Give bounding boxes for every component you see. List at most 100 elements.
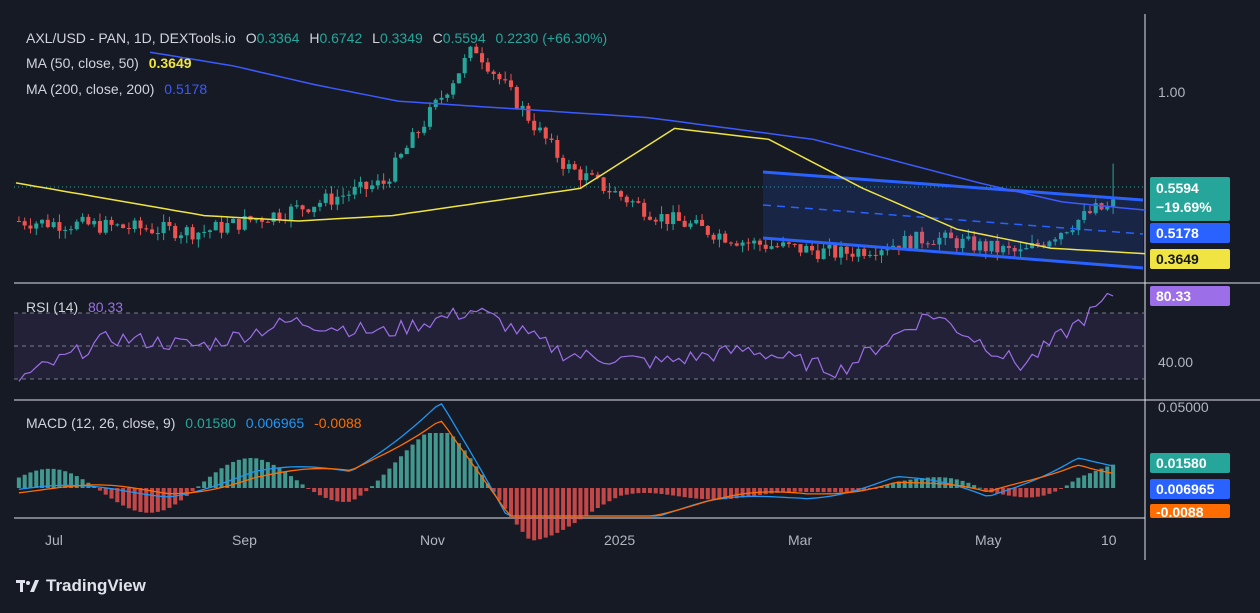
symbol-title: AXL/USD - PAN, 1D, DEXTools.io — [26, 30, 236, 46]
ma200-badge: 0.5178 — [1150, 223, 1230, 243]
candle-body — [462, 57, 467, 74]
macd-hist-bar — [844, 488, 849, 493]
candle-body — [862, 248, 867, 256]
macd-hist-bar — [352, 488, 357, 500]
rsi-legend[interactable]: RSI (14) 80.33 — [26, 299, 129, 315]
macd-hist-bar — [647, 488, 652, 494]
macd-hist-bar — [28, 472, 33, 488]
candle-body — [717, 233, 722, 240]
candle-body — [763, 244, 768, 249]
ma200-legend[interactable]: MA (200, close, 200) 0.5178 — [26, 81, 213, 97]
macd-hist-bar — [572, 488, 577, 524]
candle-body — [300, 205, 305, 210]
time-tick-2025: 2025 — [604, 532, 636, 548]
candle-body — [451, 83, 456, 95]
macd-hist-bar — [618, 488, 624, 496]
macd-hist-bar — [682, 488, 687, 498]
candle-body — [213, 221, 218, 231]
candle-body — [341, 195, 346, 197]
macd-hist-bar — [138, 488, 143, 512]
macd-hist-bar — [827, 488, 832, 493]
candle-body — [271, 212, 276, 222]
candle-body — [873, 254, 878, 256]
candle-body — [752, 240, 757, 244]
candle-body — [584, 173, 589, 181]
tradingview-logo[interactable]: TradingView — [16, 576, 146, 596]
rsi-tick: 40.00 — [1158, 354, 1194, 370]
macd-hist-bar — [613, 488, 618, 499]
macd-hist-bar — [636, 488, 641, 494]
macd-hist-bar — [526, 488, 531, 539]
candle-body — [225, 223, 230, 233]
candle-body — [28, 225, 33, 229]
macd-hist-bar — [908, 479, 913, 488]
ma50-label: MA (50, close, 50) — [26, 55, 139, 71]
candle-body — [358, 181, 363, 187]
candle-body — [549, 138, 554, 141]
candle-body — [398, 154, 404, 158]
candle-body — [202, 231, 207, 233]
candle-body — [288, 206, 294, 220]
macd-hist-bar — [601, 488, 606, 505]
candle-body — [190, 227, 195, 240]
time-tick-sep: Sep — [232, 532, 257, 548]
close-label: C — [432, 30, 443, 46]
candle-body — [555, 140, 560, 158]
last-price-badge: 0.5594 −19.69% — [1150, 177, 1230, 221]
rsi-label: RSI (14) — [26, 299, 79, 315]
open-value: 0.3364 — [256, 30, 300, 46]
macd-hist-bar — [520, 488, 525, 532]
macd-hist-bar — [804, 488, 809, 493]
tradingview-icon — [16, 580, 39, 592]
candle-body — [34, 223, 39, 229]
candle-body — [312, 206, 317, 213]
candle-body — [45, 219, 50, 228]
macd-hist-bar — [190, 488, 195, 492]
macd-hist-bar — [630, 488, 635, 494]
candle-body — [543, 127, 548, 139]
macd-hist-bar — [161, 488, 166, 511]
macd-hist-bar — [786, 488, 791, 492]
candle-body — [694, 219, 699, 224]
time-tick-10: 10 — [1101, 532, 1117, 548]
macd-hist-bar — [375, 480, 380, 488]
candle-body — [231, 218, 236, 224]
candle-body — [781, 242, 786, 247]
macd-hist-bar — [676, 488, 681, 497]
candle-body — [636, 201, 641, 203]
candle-body — [850, 253, 855, 257]
macd-hist-bar — [283, 472, 288, 488]
macd-hist-bar — [422, 434, 427, 488]
macd-hist-bar — [260, 459, 265, 488]
macd-hist-bar — [387, 468, 392, 488]
candle-body — [503, 79, 508, 81]
macd-hist-bar — [595, 488, 600, 509]
candle-body — [173, 225, 178, 239]
candle-body — [92, 221, 97, 225]
macd-hist-bar — [763, 488, 768, 495]
candle-body — [601, 177, 606, 191]
macd-hist-bar — [1024, 488, 1029, 498]
candle-body — [532, 120, 537, 131]
macd-hist-bar — [711, 488, 716, 500]
candle-body — [294, 205, 299, 207]
candle-body — [618, 191, 624, 197]
candle-body — [427, 107, 432, 127]
ma50-legend[interactable]: MA (50, close, 50) 0.3649 — [26, 55, 198, 71]
time-tick-mar: Mar — [788, 532, 813, 548]
candle-body — [22, 221, 27, 226]
candle-body — [381, 180, 386, 184]
macd-hist-bar — [700, 488, 705, 499]
candle-body — [740, 242, 745, 246]
candle-body — [219, 221, 224, 233]
macd-legend[interactable]: MACD (12, 26, close, 9) 0.01580 0.006965… — [26, 415, 368, 431]
ma50-value: 0.3649 — [148, 55, 192, 71]
high-label: H — [309, 30, 320, 46]
macd-hist-bar — [590, 488, 595, 512]
last-price-value: 0.5594 — [1156, 180, 1199, 196]
macd-hist-bar — [543, 488, 548, 538]
candle-body — [63, 229, 68, 231]
macd-hist-bar — [393, 462, 398, 488]
candle-body — [561, 157, 566, 169]
macd-hist-bar — [370, 486, 375, 488]
